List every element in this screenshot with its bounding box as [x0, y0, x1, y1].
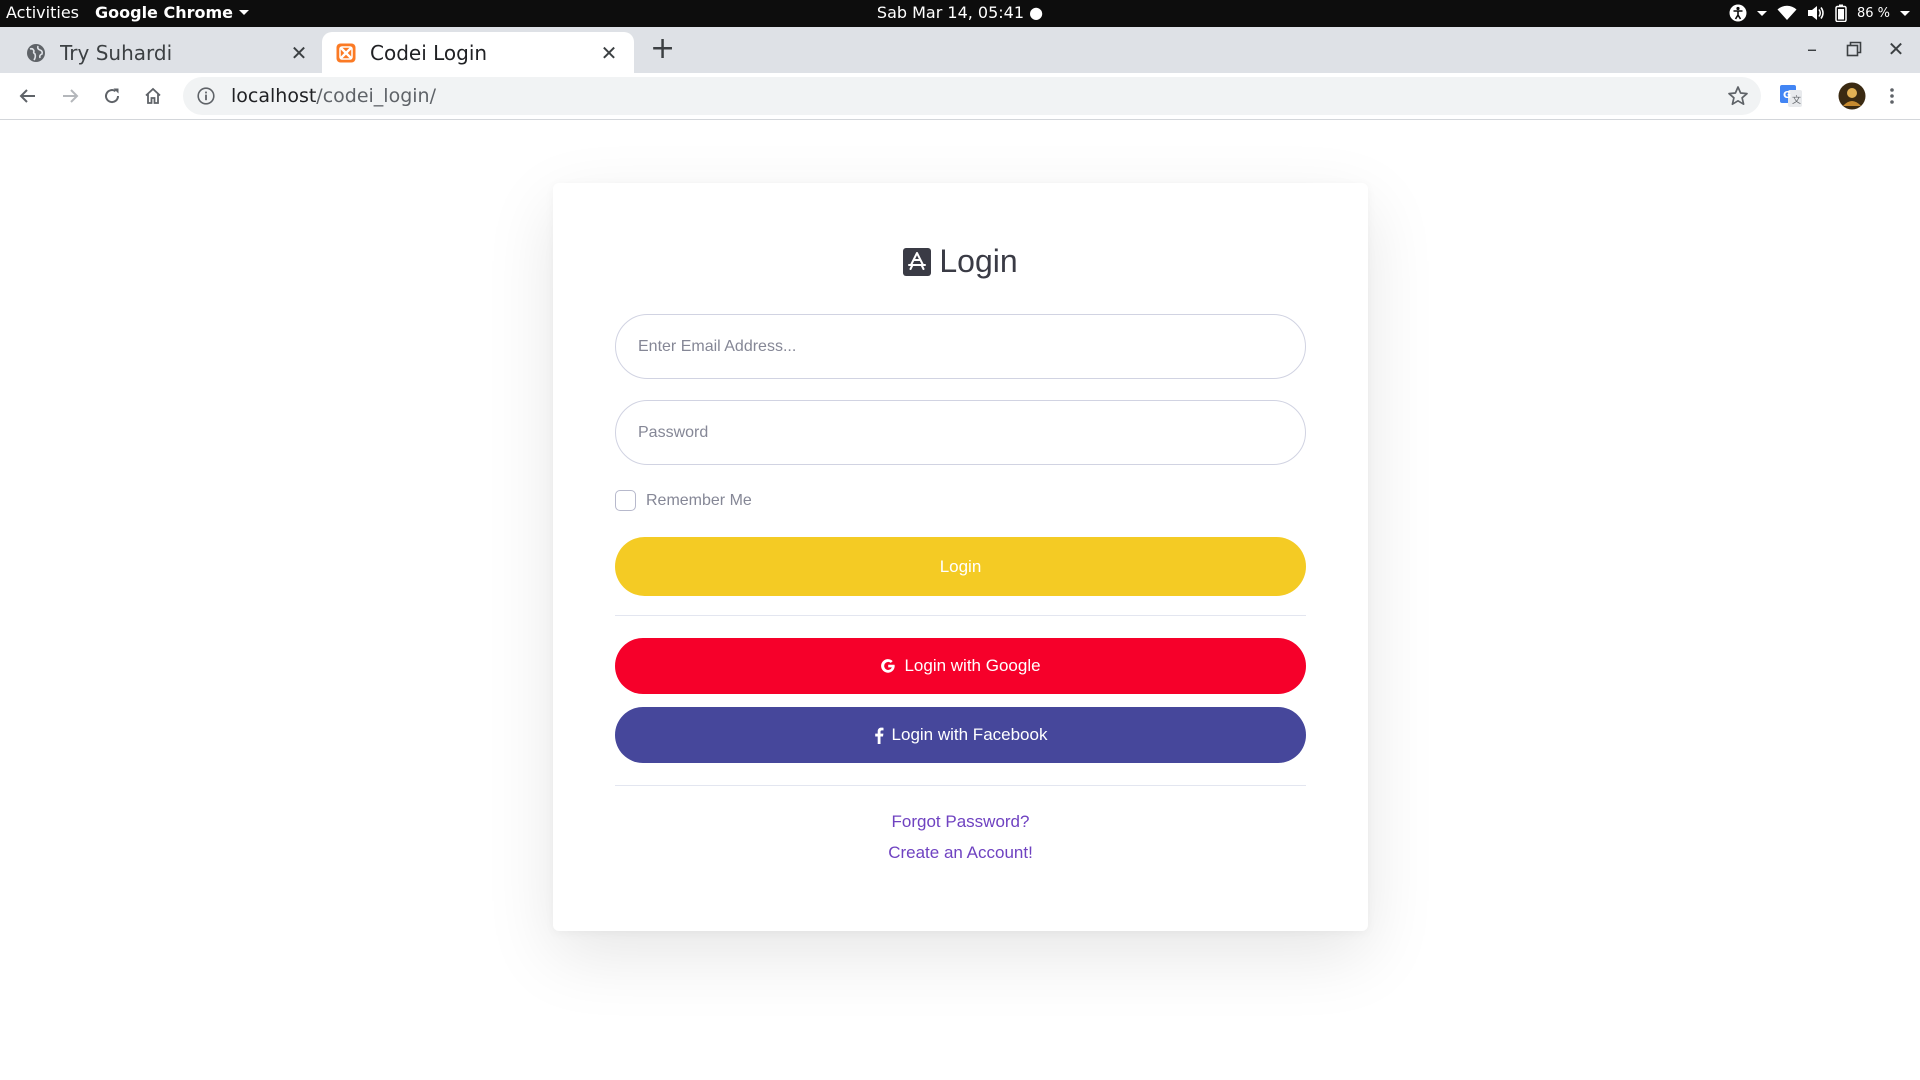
google-translate-icon: G文 — [1780, 85, 1802, 107]
address-bar[interactable]: localhost/codei_login/ — [183, 77, 1761, 115]
home-icon — [145, 87, 161, 104]
svg-text:G: G — [1783, 90, 1791, 101]
more-vertical-icon — [1890, 88, 1894, 104]
xampp-icon — [336, 43, 356, 62]
close-window-icon[interactable]: ✕ — [1884, 37, 1908, 61]
email-field[interactable] — [615, 314, 1306, 379]
system-top-bar: Activities Google Chrome Sab Mar 14, 05:… — [0, 0, 1920, 27]
globe-icon — [27, 43, 45, 62]
google-icon — [881, 659, 896, 673]
chrome-menu-button[interactable] — [1877, 81, 1907, 111]
forgot-password-link[interactable]: Forgot Password? — [892, 812, 1030, 831]
avatar-icon — [1838, 82, 1866, 110]
facebook-icon — [874, 727, 884, 744]
login-with-facebook-button[interactable]: Login with Facebook — [615, 707, 1306, 763]
tab-title: Codei Login — [370, 40, 488, 65]
app-store-icon — [903, 247, 932, 276]
url-path: /codei_login/ — [316, 85, 436, 107]
remember-me-label: Remember Me — [646, 491, 752, 509]
home-button[interactable] — [138, 81, 168, 111]
translate-extension-button[interactable]: G文 — [1776, 81, 1806, 111]
battery-icon — [1835, 4, 1847, 22]
app-menu[interactable]: Google Chrome — [95, 3, 250, 22]
chevron-down-icon — [239, 10, 250, 15]
restore-icon[interactable] — [1842, 37, 1866, 61]
wifi-icon — [1777, 5, 1797, 20]
bookmark-star-icon[interactable] — [1727, 85, 1749, 107]
arrow-left-icon — [19, 89, 35, 103]
reload-button[interactable] — [97, 81, 127, 111]
info-icon[interactable] — [197, 87, 215, 105]
create-account-link-row: Create an Account! — [553, 843, 1368, 863]
accessibility-icon[interactable] — [1729, 4, 1747, 22]
password-field[interactable] — [615, 400, 1306, 465]
clock[interactable]: Sab Mar 14, 05:41 — [877, 3, 1024, 22]
create-account-link[interactable]: Create an Account! — [888, 843, 1033, 862]
login-card: Login Remember Me Login Login with Googl… — [553, 183, 1368, 931]
login-title: Login — [939, 243, 1018, 279]
close-tab-icon[interactable]: ✕ — [288, 41, 310, 65]
tab-title: Try Suhardi — [60, 40, 173, 65]
chevron-down-icon — [1900, 10, 1910, 16]
forgot-password-link-row: Forgot Password? — [553, 812, 1368, 832]
profile-avatar[interactable] — [1835, 79, 1869, 113]
new-tab-button[interactable]: + — [650, 34, 675, 64]
google-button-label: Login with Google — [904, 656, 1041, 675]
reload-icon — [105, 88, 120, 104]
notification-dot-icon: ● — [1024, 3, 1044, 22]
minimize-icon[interactable]: – — [1800, 37, 1824, 61]
login-with-google-button[interactable]: Login with Google — [615, 638, 1306, 694]
arrow-right-icon — [63, 89, 79, 103]
close-tab-icon[interactable]: ✕ — [598, 41, 620, 65]
browser-toolbar: localhost/codei_login/ G文 — [0, 73, 1920, 120]
app-menu-label: Google Chrome — [95, 3, 234, 22]
facebook-button-label: Login with Facebook — [891, 725, 1048, 744]
activities-button[interactable]: Activities — [6, 3, 79, 22]
divider — [615, 615, 1306, 616]
tab-codei-login[interactable]: Codei Login ✕ — [322, 32, 634, 73]
svg-text:文: 文 — [1792, 94, 1801, 106]
forward-button[interactable] — [55, 81, 85, 111]
volume-icon — [1807, 6, 1824, 20]
tab-strip: Try Suhardi ✕ Codei Login ✕ + – ✕ — [0, 27, 1920, 73]
battery-percentage: 86 % — [1856, 5, 1890, 21]
login-heading: Login — [553, 243, 1368, 280]
checkbox[interactable] — [615, 490, 636, 511]
back-button[interactable] — [13, 81, 43, 111]
divider — [615, 785, 1306, 786]
url-text[interactable]: localhost/codei_login/ — [231, 85, 436, 107]
remember-me-checkbox[interactable]: Remember Me — [615, 490, 752, 511]
login-button[interactable]: Login — [615, 537, 1306, 596]
tab-try-suhardi[interactable]: Try Suhardi ✕ — [12, 32, 324, 73]
url-host: localhost — [231, 85, 317, 107]
chevron-down-icon — [1756, 10, 1767, 16]
system-tray[interactable]: 86 % — [1729, 2, 1910, 24]
